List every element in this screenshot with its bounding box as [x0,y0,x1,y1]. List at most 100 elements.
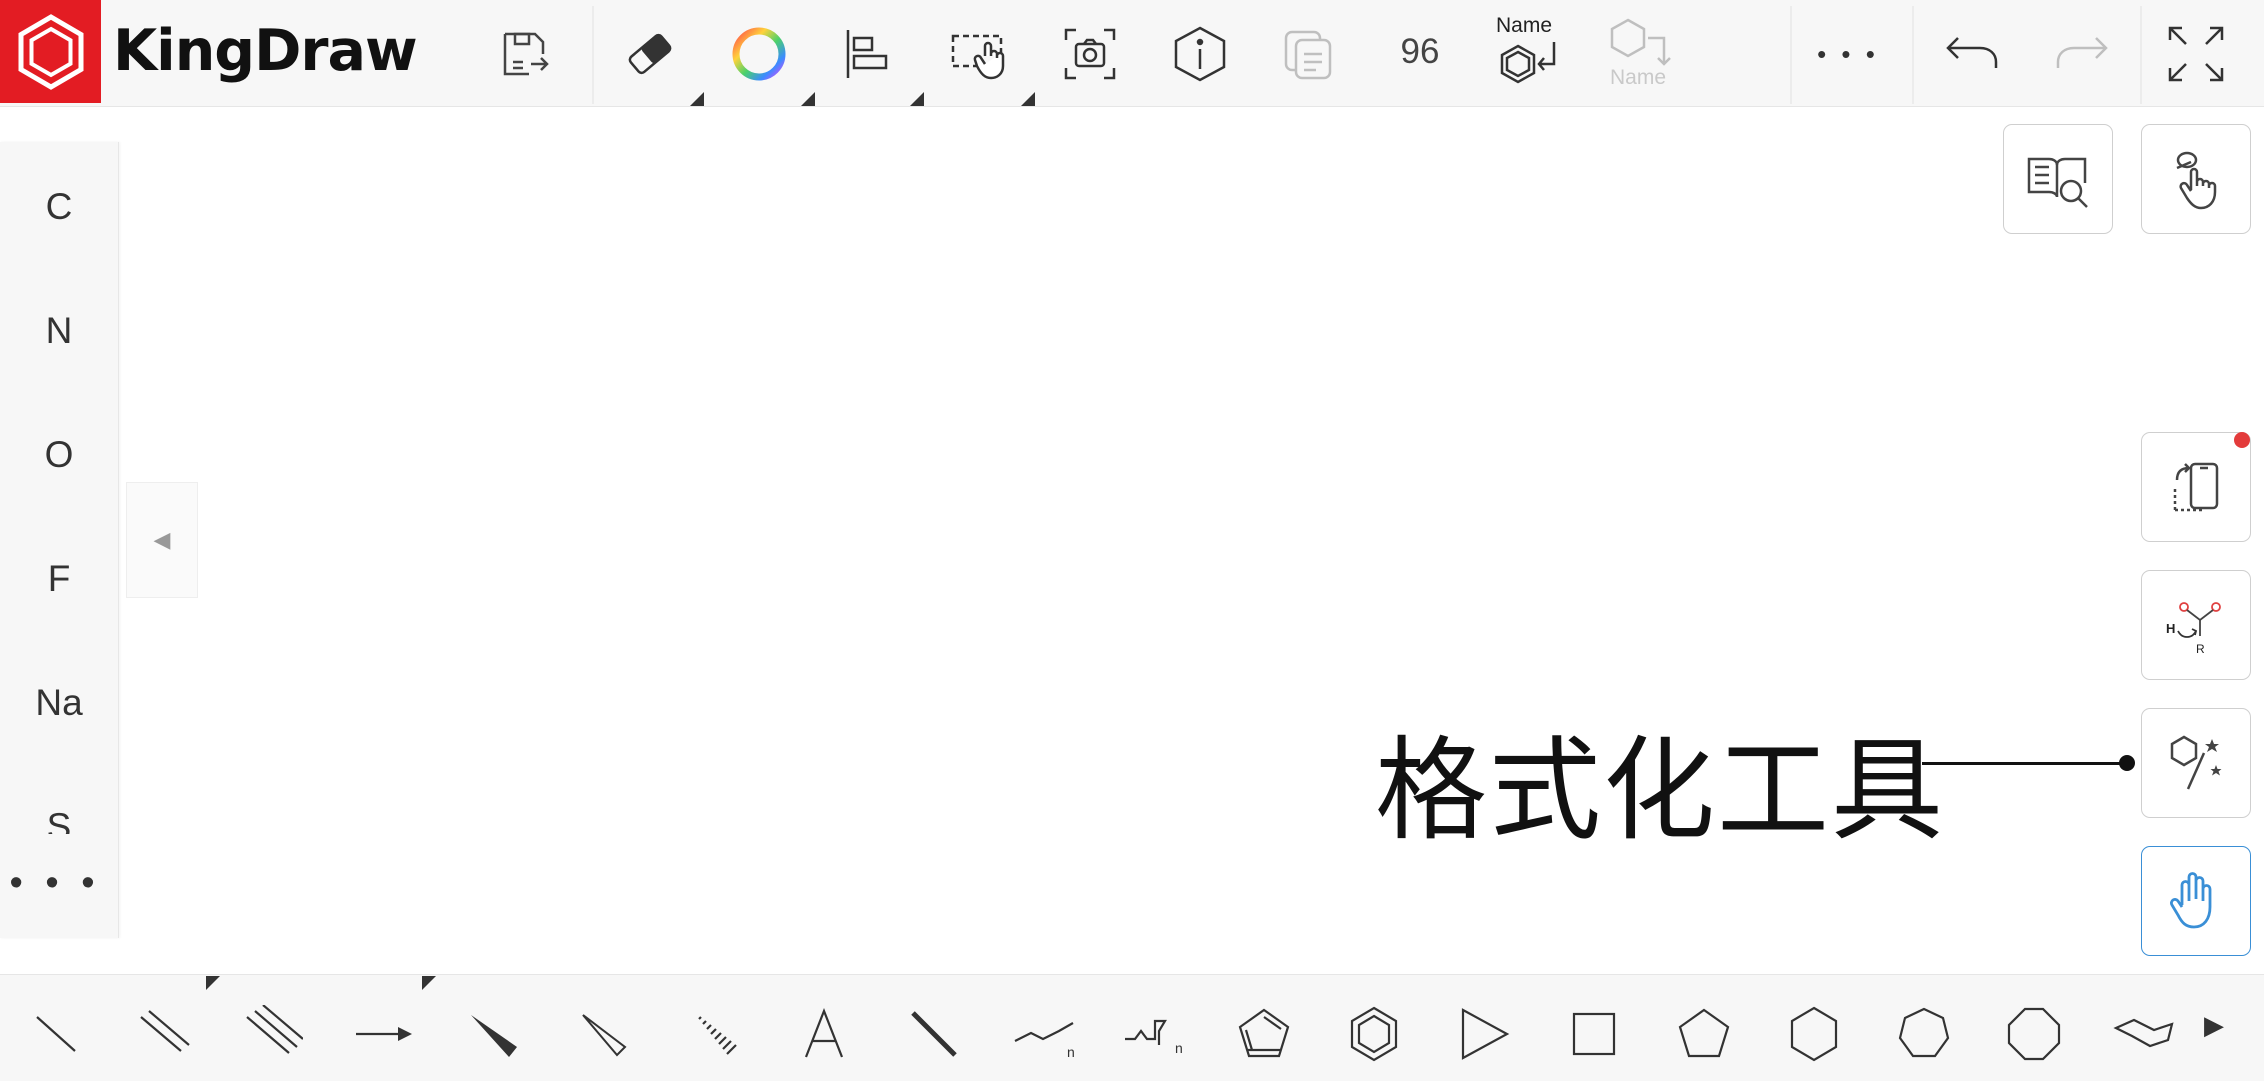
reaction-mechanism-icon: H R [2166,602,2221,656]
select-button[interactable] [940,14,1020,94]
bold-bond-icon [911,1011,957,1057]
cyclopropane-button[interactable] [1446,996,1522,1072]
screenshot-button[interactable] [1050,14,1130,94]
arrow-icon [356,1027,412,1041]
single-bond-button[interactable] [18,996,94,1072]
more-icon: • • • [1817,38,1879,69]
screenshot-icon [1064,28,1116,80]
cyclopentane-icon [1678,1008,1730,1058]
double-bond-options-indicator[interactable] [206,976,220,990]
zoom-level[interactable]: 96 [1392,32,1448,72]
fullscreen-button[interactable] [2156,14,2236,94]
arrow-options-indicator[interactable] [422,976,436,990]
hand-pan-icon [2170,872,2212,929]
element-c[interactable]: C [0,186,118,228]
svg-text:R: R [2196,642,2205,656]
toolbar-separator [1912,6,1914,104]
reaction-mechanism-button[interactable]: H R [2141,570,2251,680]
bold-bond-button[interactable] [896,996,972,1072]
wedge-bond-button[interactable] [456,996,532,1072]
name-to-structure-button[interactable] [1490,34,1570,94]
chain-n-icon: n [1125,1019,1183,1056]
toolbar-separator [592,6,594,104]
bottom-more-arrow[interactable]: ▶ [2204,1010,2224,1041]
callout-line [1922,762,2127,765]
chain-button[interactable]: n [1006,996,1082,1072]
pan-tool-button[interactable] [2141,846,2251,956]
callout-dot [2119,755,2135,771]
logo-hexagon-icon[interactable] [0,0,101,103]
wedge-bond-icon [471,1015,517,1057]
element-s[interactable]: S [0,806,118,834]
rotate-device-icon [2173,462,2219,512]
arrow-button[interactable] [346,996,422,1072]
name-to-structure-icon [1500,42,1556,84]
cyclopropane-icon [1461,1008,1510,1060]
gesture-button[interactable] [2141,124,2251,234]
cyclooctane-button[interactable] [1996,996,2072,1072]
color-options-indicator[interactable] [801,92,815,106]
panel-collapse-button[interactable]: ◀ [126,482,198,598]
structure-search-button[interactable] [2003,124,2113,234]
hash-bond-icon [698,1016,737,1055]
undo-button[interactable] [1932,14,2012,94]
eraser-options-indicator[interactable] [690,92,704,106]
triple-bond-button[interactable] [236,996,312,1072]
structure-to-name-button[interactable] [1600,14,1680,74]
element-f[interactable]: F [0,558,118,600]
color-button[interactable] [719,14,799,94]
save-icon [503,32,549,76]
chair-cyclohexane-icon [2113,1018,2174,1048]
select-options-indicator[interactable] [1021,92,1035,106]
redo-button[interactable] [2042,14,2122,94]
chair-cyclohexane-button[interactable] [2106,996,2182,1072]
rotate-screen-button[interactable] [2141,432,2251,542]
cyclobutane-button[interactable] [1556,996,1632,1072]
format-tool-icon [2170,735,2222,790]
save-button[interactable] [485,14,565,94]
element-o[interactable]: O [0,434,118,476]
benzene-button[interactable] [1336,996,1412,1072]
info-button[interactable] [1160,14,1240,94]
element-more-button[interactable]: • • • [0,862,110,905]
double-bond-button[interactable] [126,996,202,1072]
text-tool-button[interactable] [786,996,862,1072]
align-icon [846,30,888,78]
app-title: KingDraw [113,18,418,84]
align-button[interactable] [828,14,908,94]
color-wheel-icon [732,27,786,81]
info-icon [1174,26,1226,82]
cyclooctane-icon [2007,1007,2061,1061]
cyclohexane-icon [1790,1006,1838,1062]
cycloheptane-button[interactable] [1886,996,1962,1072]
select-icon [951,34,1005,80]
collapse-arrow-icon: ◀ [153,527,171,552]
svg-text:n: n [1067,1044,1075,1059]
text-icon [804,1007,844,1058]
format-tool-button[interactable] [2141,708,2251,818]
cyclopentadiene-icon [1238,1008,1290,1058]
single-bond-icon [36,1016,76,1052]
element-n[interactable]: N [0,310,118,352]
copy-icon [1284,30,1332,80]
fullscreen-icon [2168,26,2224,82]
hollow-wedge-bond-button[interactable] [566,996,642,1072]
structure-to-name-icon [1610,18,1671,66]
eraser-button[interactable] [610,14,690,94]
cyclopentane-button[interactable] [1666,996,1742,1072]
book-search-icon [2027,157,2088,208]
more-button[interactable]: • • • [1808,14,1888,94]
chain-n-button[interactable]: n [1116,996,1192,1072]
format-tool-callout-text: 格式化工具 [1375,726,1945,856]
redo-icon [2056,37,2108,68]
align-options-indicator[interactable] [910,92,924,106]
cyclopentadiene-button[interactable] [1226,996,1302,1072]
hash-bond-button[interactable] [676,996,752,1072]
hand-tap-icon [2176,151,2217,210]
toolbar-separator [1790,6,1792,104]
undo-icon [1946,37,1998,68]
element-panel: C N O F Na S [0,142,119,938]
copy-button[interactable] [1268,14,1348,94]
element-na[interactable]: Na [0,682,118,724]
cyclohexane-button[interactable] [1776,996,1852,1072]
